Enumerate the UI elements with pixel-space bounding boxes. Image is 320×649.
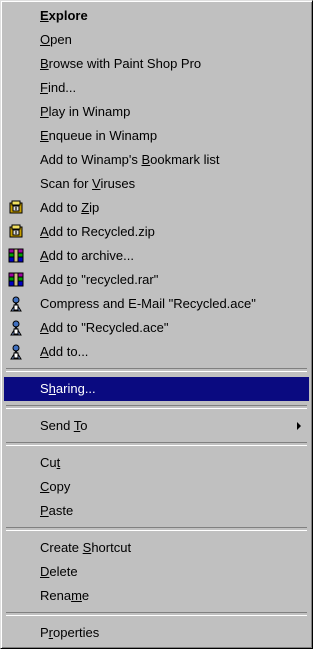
menu-item-label: Delete — [40, 564, 78, 579]
menu-item-paste[interactable]: Paste — [4, 499, 309, 523]
menu-item-open[interactable]: Open — [4, 28, 309, 52]
winace-icon — [8, 320, 24, 336]
menu-item-label: Scan for Viruses — [40, 176, 136, 191]
menu-item-add-to[interactable]: Add to... — [4, 340, 309, 364]
menu-item-add-recycled-rar[interactable]: Add to "recycled.rar" — [4, 268, 309, 292]
menu-item-label: Add to Winamp's Bookmark list — [40, 152, 220, 167]
menu-item-winamp-bookmark[interactable]: Add to Winamp's Bookmark list — [4, 148, 309, 172]
submenu-arrow-icon — [297, 422, 301, 430]
menu-item-label: Properties — [40, 625, 100, 640]
menu-item-label: Add to Zip — [40, 200, 100, 215]
menu-separator — [6, 405, 307, 409]
menu-separator — [6, 368, 307, 372]
menu-item-label: Add to... — [40, 344, 89, 359]
winrar-icon — [8, 248, 24, 264]
menu-item-copy[interactable]: Copy — [4, 475, 309, 499]
menu-item-cut[interactable]: Cut — [4, 451, 309, 475]
menu-separator — [6, 442, 307, 446]
winzip-icon — [8, 224, 24, 240]
winace-icon — [8, 296, 24, 312]
menu-item-label: Create Shortcut — [40, 540, 132, 555]
menu-separator — [6, 527, 307, 531]
menu-item-add-to-zip[interactable]: Add to Zip — [4, 196, 309, 220]
menu-item-compress-email-ace[interactable]: Compress and E-Mail "Recycled.ace" — [4, 292, 309, 316]
menu-item-label: Find... — [40, 80, 77, 95]
menu-item-label: Add to Recycled.zip — [40, 224, 155, 239]
menu-item-properties[interactable]: Properties — [4, 621, 309, 645]
menu-item-delete[interactable]: Delete — [4, 560, 309, 584]
menu-item-enqueue-winamp[interactable]: Enqueue in Winamp — [4, 124, 309, 148]
menu-separator — [6, 612, 307, 616]
menu-item-explore[interactable]: Explore — [4, 4, 309, 28]
menu-item-label: Copy — [40, 479, 71, 494]
menu-item-label: Enqueue in Winamp — [40, 128, 158, 143]
menu-item-send-to[interactable]: Send To — [4, 414, 309, 438]
menu-item-label: Play in Winamp — [40, 104, 131, 119]
menu-item-label: Compress and E-Mail "Recycled.ace" — [40, 296, 256, 311]
menu-item-add-archive[interactable]: Add to archive... — [4, 244, 309, 268]
menu-item-label: Paste — [40, 503, 74, 518]
menu-item-create-shortcut[interactable]: Create Shortcut — [4, 536, 309, 560]
menu-item-label: Add to "recycled.rar" — [40, 272, 159, 287]
context-menu: Explore Open Browse with Paint Shop Pro Fin… — [0, 0, 313, 649]
menu-item-find[interactable]: Find... — [4, 76, 309, 100]
menu-item-add-recycled-zip[interactable]: Add to Recycled.zip — [4, 220, 309, 244]
menu-item-label: Rename — [40, 588, 90, 603]
menu-item-rename[interactable]: Rename — [4, 584, 309, 608]
menu-item-label: Open — [40, 32, 72, 47]
menu-item-browse[interactable]: Browse with Paint Shop Pro — [4, 52, 309, 76]
menu-item-label: Add to "Recycled.ace" — [40, 320, 169, 335]
menu-item-label: Add to archive... — [40, 248, 134, 263]
menu-item-label: Browse with Paint Shop Pro — [40, 56, 202, 71]
winzip-icon — [8, 200, 24, 216]
menu-item-label: Send To — [40, 418, 88, 433]
winrar-icon — [8, 272, 24, 288]
menu-item-label: Explore — [40, 8, 88, 23]
menu-item-scan-viruses[interactable]: Scan for Viruses — [4, 172, 309, 196]
menu-item-label: Sharing... — [40, 381, 96, 396]
menu-item-label: Cut — [40, 455, 61, 470]
menu-item-add-recycled-ace[interactable]: Add to "Recycled.ace" — [4, 316, 309, 340]
winace-icon — [8, 344, 24, 360]
menu-item-sharing[interactable]: Sharing... — [4, 377, 309, 401]
menu-item-play-winamp[interactable]: Play in Winamp — [4, 100, 309, 124]
